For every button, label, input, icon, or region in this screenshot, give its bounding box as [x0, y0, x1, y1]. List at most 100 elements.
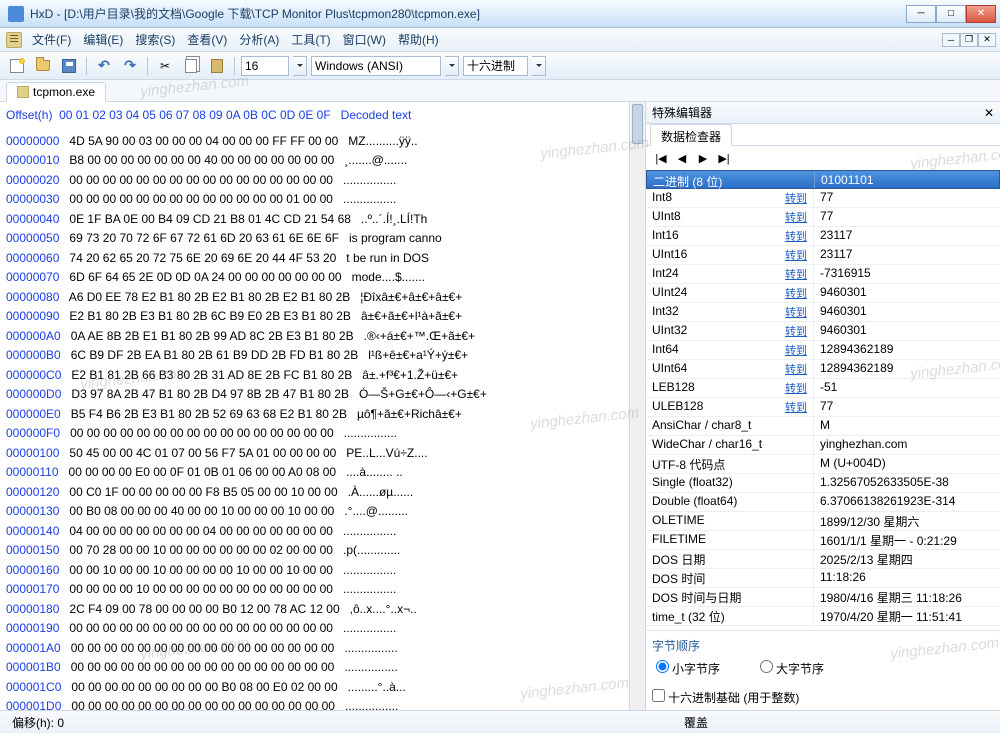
hex-editor[interactable]: Offset(h) 00 01 02 03 04 05 06 07 08 09 …	[0, 102, 645, 710]
hex-row[interactable]: 00000060 74 20 62 65 20 72 75 6E 20 69 6…	[6, 249, 627, 269]
maximize-button[interactable]: □	[936, 5, 966, 23]
goto-link[interactable]: 转到	[785, 209, 807, 225]
inspector-row[interactable]: DOS 日期2025/2/13 星期四	[646, 550, 1000, 569]
hex-row[interactable]: 00000000 4D 5A 90 00 03 00 00 00 04 00 0…	[6, 132, 627, 152]
hex-row[interactable]: 00000080 A6 D0 EE 78 E2 B1 80 2B E2 B1 8…	[6, 288, 627, 308]
inspector-row[interactable]: WideChar / char16_tyinghezhan.com	[646, 436, 1000, 455]
mdi-close-button[interactable]: ✕	[978, 33, 996, 47]
inspector-row[interactable]: ULEB128转到77	[646, 398, 1000, 417]
hex-row[interactable]: 00000010 B8 00 00 00 00 00 00 00 40 00 0…	[6, 151, 627, 171]
undo-button[interactable]: ↶	[93, 55, 115, 77]
goto-link[interactable]: 转到	[785, 323, 807, 339]
inspector-row[interactable]: FILETIME1601/1/1 星期一 - 0:21:29	[646, 531, 1000, 550]
inspector-row[interactable]: UInt64转到12894362189	[646, 360, 1000, 379]
hex-row[interactable]: 00000100 50 45 00 00 4C 01 07 00 56 F7 5…	[6, 444, 627, 464]
hex-row[interactable]: 00000030 00 00 00 00 00 00 00 00 00 00 0…	[6, 190, 627, 210]
hex-row[interactable]: 000001C0 00 00 00 00 00 00 00 00 00 B0 0…	[6, 678, 627, 698]
inspector-row[interactable]: Int24转到-7316915	[646, 265, 1000, 284]
mdi-restore-button[interactable]: ❐	[960, 33, 978, 47]
goto-link[interactable]: 转到	[785, 285, 807, 301]
inspector-row[interactable]: DOS 时间与日期1980/4/16 星期三 11:18:26	[646, 588, 1000, 607]
inspector-row[interactable]: OLETIME1899/12/30 星期六	[646, 512, 1000, 531]
goto-link[interactable]: 转到	[785, 190, 807, 206]
open-button[interactable]	[32, 55, 54, 77]
nav-first-button[interactable]: |◀	[652, 150, 670, 166]
hex-row[interactable]: 00000190 00 00 00 00 00 00 00 00 00 00 0…	[6, 619, 627, 639]
inspector-row[interactable]: Double (float64)6.37066138261923E-314	[646, 493, 1000, 512]
nav-last-button[interactable]: ▶|	[715, 150, 733, 166]
inspector-row[interactable]: UInt8转到77	[646, 208, 1000, 227]
new-button[interactable]	[6, 55, 28, 77]
close-button[interactable]: ✕	[966, 5, 996, 23]
big-endian-radio[interactable]: 大字节序	[760, 660, 824, 677]
hex-row[interactable]: 00000160 00 00 10 00 00 10 00 00 00 00 1…	[6, 561, 627, 581]
goto-link[interactable]: 转到	[785, 342, 807, 358]
goto-link[interactable]: 转到	[785, 228, 807, 244]
base-combo[interactable]	[463, 56, 528, 76]
hex-row[interactable]: 00000150 00 70 28 00 00 10 00 00 00 00 0…	[6, 541, 627, 561]
hex-row[interactable]: 000000A0 0A AE 8B 2B E1 B1 80 2B 99 AD 8…	[6, 327, 627, 347]
inspector-row[interactable]: time_t (32 位)1970/4/20 星期一 11:51:41	[646, 607, 1000, 626]
document-tab[interactable]: tcpmon.exe	[6, 82, 106, 102]
inspector-row[interactable]: Int8转到77	[646, 189, 1000, 208]
hex-row[interactable]: 000001A0 00 00 00 00 00 00 00 00 00 00 0…	[6, 639, 627, 659]
hex-row[interactable]: 00000120 00 C0 1F 00 00 00 00 00 F8 B5 0…	[6, 483, 627, 503]
hex-row[interactable]: 00000020 00 00 00 00 00 00 00 00 00 00 0…	[6, 171, 627, 191]
fontsize-combo[interactable]	[241, 56, 289, 76]
save-button[interactable]	[58, 55, 80, 77]
menu-list-icon[interactable]	[6, 32, 22, 48]
hex-row[interactable]: 00000140 04 00 00 00 00 00 00 00 04 00 0…	[6, 522, 627, 542]
encoding-dd[interactable]	[445, 56, 459, 76]
hex-row[interactable]: 000001D0 00 00 00 00 00 00 00 00 00 00 0…	[6, 697, 627, 710]
scroll-thumb[interactable]	[632, 104, 643, 144]
inspector-row[interactable]: DOS 时间11:18:26	[646, 569, 1000, 588]
goto-link[interactable]: 转到	[785, 399, 807, 415]
hex-row[interactable]: 000000F0 00 00 00 00 00 00 00 00 00 00 0…	[6, 424, 627, 444]
goto-link[interactable]: 转到	[785, 304, 807, 320]
nav-next-button[interactable]: ▶	[694, 150, 712, 166]
little-endian-radio[interactable]: 小字节序	[656, 660, 720, 677]
hex-row[interactable]: 00000070 6D 6F 64 65 2E 0D 0D 0A 24 00 0…	[6, 268, 627, 288]
inspector-close-button[interactable]: ✕	[984, 106, 994, 120]
vertical-scrollbar[interactable]	[629, 102, 645, 710]
hex-row[interactable]: 00000050 69 73 20 70 72 6F 67 72 61 6D 2…	[6, 229, 627, 249]
nav-prev-button[interactable]: ◀	[673, 150, 691, 166]
goto-link[interactable]: 转到	[785, 380, 807, 396]
hex-row[interactable]: 00000040 0E 1F BA 0E 00 B4 09 CD 21 B8 0…	[6, 210, 627, 230]
cut-button[interactable]: ✂	[154, 55, 176, 77]
inspector-row[interactable]: UTF-8 代码点M (U+004D)	[646, 455, 1000, 474]
inspector-row[interactable]: UInt16转到23117	[646, 246, 1000, 265]
inspector-row[interactable]: Int16转到23117	[646, 227, 1000, 246]
inspector-row[interactable]: AnsiChar / char8_tM	[646, 417, 1000, 436]
menu-5[interactable]: 工具(T)	[285, 28, 336, 51]
mdi-minimize-button[interactable]: ─	[942, 33, 960, 47]
hex-row[interactable]: 000001B0 00 00 00 00 00 00 00 00 00 00 0…	[6, 658, 627, 678]
hex-integer-checkbox[interactable]: 十六进制基础 (用于整数)	[652, 689, 799, 706]
hex-row[interactable]: 00000110 00 00 00 00 E0 00 0F 01 0B 01 0…	[6, 463, 627, 483]
paste-button[interactable]	[206, 55, 228, 77]
copy-button[interactable]	[180, 55, 202, 77]
minimize-button[interactable]: ─	[906, 5, 936, 23]
hex-row[interactable]: 000000D0 D3 97 8A 2B 47 B1 80 2B D4 97 8…	[6, 385, 627, 405]
inspector-tab[interactable]: 数据检查器	[650, 124, 732, 146]
inspector-row[interactable]: Single (float32)1.32567052633505E-38	[646, 474, 1000, 493]
goto-link[interactable]: 转到	[785, 247, 807, 263]
fontsize-dd[interactable]	[293, 56, 307, 76]
hex-row[interactable]: 00000090 E2 B1 80 2B E3 B1 80 2B 6C B9 E…	[6, 307, 627, 327]
inspector-row[interactable]: Int64转到12894362189	[646, 341, 1000, 360]
base-dd[interactable]	[532, 56, 546, 76]
goto-link[interactable]: 转到	[785, 266, 807, 282]
hex-row[interactable]: 000000B0 6C B9 DF 2B EA B1 80 2B 61 B9 D…	[6, 346, 627, 366]
hex-row[interactable]: 000000E0 B5 F4 B6 2B E3 B1 80 2B 52 69 6…	[6, 405, 627, 425]
menu-4[interactable]: 分析(A)	[233, 28, 285, 51]
goto-link[interactable]: 转到	[785, 361, 807, 377]
menu-2[interactable]: 搜索(S)	[129, 28, 181, 51]
menu-6[interactable]: 窗口(W)	[337, 28, 392, 51]
inspector-row[interactable]: UInt24转到9460301	[646, 284, 1000, 303]
hex-row[interactable]: 00000170 00 00 00 00 10 00 00 00 00 00 0…	[6, 580, 627, 600]
hex-row[interactable]: 00000130 00 B0 08 00 00 00 40 00 00 10 0…	[6, 502, 627, 522]
hex-row[interactable]: 000000C0 E2 B1 81 2B 66 B3 80 2B 31 AD 8…	[6, 366, 627, 386]
inspector-row[interactable]: Int32转到9460301	[646, 303, 1000, 322]
menu-7[interactable]: 帮助(H)	[392, 28, 445, 51]
encoding-combo[interactable]	[311, 56, 441, 76]
